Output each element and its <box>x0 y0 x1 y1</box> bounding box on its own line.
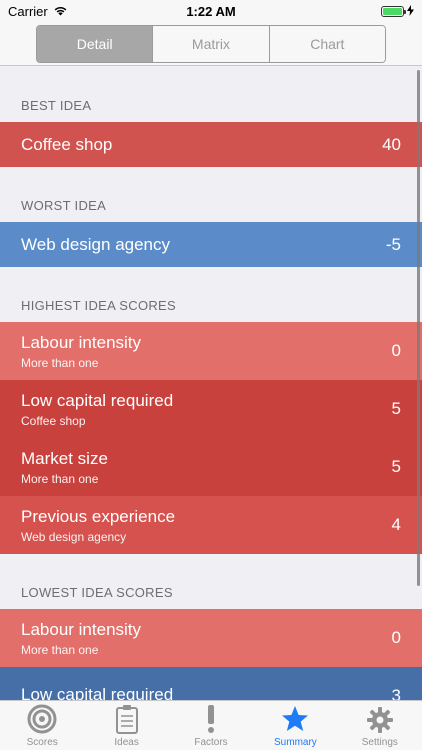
tab-settings-label: Settings <box>361 737 398 748</box>
wifi-icon <box>53 4 68 19</box>
tab-scores-label: Scores <box>26 737 58 748</box>
idea-subtitle: Web design agency <box>21 529 127 544</box>
tab-bar: Scores Ideas Factors Summary Settings <box>0 700 422 750</box>
app: Carrier 1:22 AM Detail Matrix Chart BEST <box>0 0 422 750</box>
tab-ideas-label: Ideas <box>114 737 139 748</box>
idea-subtitle: Coffee shop <box>21 413 86 428</box>
exclamation-icon <box>205 704 217 737</box>
segment-detail[interactable]: Detail <box>37 25 154 62</box>
highest-score-row[interactable]: Labour intensity More than one 0 <box>0 322 422 380</box>
tab-settings[interactable]: Settings <box>338 701 422 750</box>
battery-icon <box>381 5 406 17</box>
tab-ideas[interactable]: Ideas <box>84 701 168 750</box>
carrier-label: Carrier <box>8 3 48 19</box>
highest-score-row[interactable]: Previous experience Web design agency 4 <box>0 496 422 554</box>
star-icon <box>280 704 310 737</box>
tab-scores[interactable]: Scores <box>0 701 84 750</box>
factor-label: Labour intensity <box>21 619 142 639</box>
factor-score: 4 <box>391 515 401 534</box>
highest-score-row[interactable]: Low capital required Coffee shop 5 <box>0 380 422 438</box>
best-idea-score: 40 <box>382 134 401 154</box>
best-idea-header: BEST IDEA <box>21 98 92 113</box>
worst-idea-score: -5 <box>385 234 401 254</box>
charging-bolt-icon <box>407 4 414 19</box>
tab-factors-label: Factors <box>194 737 228 748</box>
idea-subtitle: More than one <box>21 471 99 486</box>
summary-list[interactable]: BEST IDEA Coffee shop 40 WORST IDEA Web … <box>0 67 422 700</box>
factor-score: 3 <box>391 686 401 700</box>
tab-factors[interactable]: Factors <box>169 701 253 750</box>
factor-score: 5 <box>391 399 401 418</box>
tab-summary[interactable]: Summary <box>253 701 337 750</box>
factor-label: Labour intensity <box>21 332 142 352</box>
worst-idea-row[interactable]: Web design agency -5 <box>0 222 422 267</box>
clipboard-icon <box>115 704 139 737</box>
best-idea-label: Coffee shop <box>21 134 113 154</box>
factor-score: 0 <box>391 341 401 360</box>
status-bar: Carrier 1:22 AM <box>0 0 422 22</box>
tab-summary-label: Summary <box>274 737 317 748</box>
factor-label: Low capital required <box>21 390 174 410</box>
worst-idea-label: Web design agency <box>21 234 171 254</box>
worst-idea-header: WORST IDEA <box>21 198 107 213</box>
factor-label: Low capital required <box>21 684 174 701</box>
highest-scores-header: HIGHEST IDEA SCORES <box>21 298 176 313</box>
lowest-score-row[interactable]: Low capital required 3 <box>0 667 422 700</box>
nav-bar: Detail Matrix Chart <box>0 22 422 66</box>
gear-icon <box>366 706 394 737</box>
factor-label: Previous experience <box>21 506 176 526</box>
factor-score: 0 <box>391 628 401 647</box>
factor-label: Market size <box>21 448 108 468</box>
idea-subtitle: More than one <box>21 355 99 370</box>
segment-matrix[interactable]: Matrix <box>153 25 270 62</box>
view-segmented-control: Detail Matrix Chart <box>36 24 386 63</box>
segment-chart[interactable]: Chart <box>269 25 385 62</box>
highest-score-row[interactable]: Market size More than one 5 <box>0 438 422 496</box>
idea-subtitle: More than one <box>21 642 99 657</box>
factor-score: 5 <box>391 457 401 476</box>
scroll-indicator[interactable] <box>417 70 420 586</box>
lowest-scores-header: LOWEST IDEA SCORES <box>21 585 173 600</box>
best-idea-row[interactable]: Coffee shop 40 <box>0 122 422 167</box>
lowest-score-row[interactable]: Labour intensity More than one 0 <box>0 609 422 667</box>
target-icon <box>27 704 57 737</box>
